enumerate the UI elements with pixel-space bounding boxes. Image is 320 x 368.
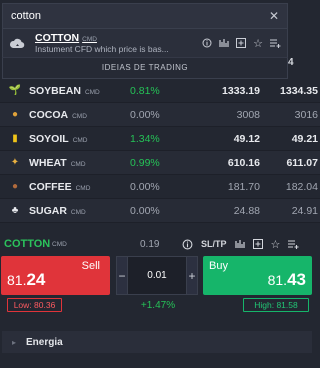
buy-price: 81.43: [267, 270, 306, 289]
search-input[interactable]: [11, 10, 269, 22]
increase-quantity-button[interactable]: +: [186, 256, 198, 295]
instrument-change: 0.00%: [130, 180, 160, 193]
instrument-row[interactable]: 🌱 SOYBEAN CMD 0.81% 1333.19 1334.35: [0, 79, 320, 103]
sell-button[interactable]: Sell 81.24: [1, 256, 110, 295]
instrument-name: WHEAT CMD: [29, 156, 86, 169]
instrument-name: COCOA CMD: [29, 108, 87, 121]
cloud-icon: [9, 38, 25, 49]
instrument-buy-price[interactable]: 182.04: [260, 181, 318, 193]
instrument-row[interactable]: ● COFFEE CMD 0.00% 181.70 182.04: [0, 175, 320, 199]
trade-panel: COTTON CMD 0.19 SL/TP ☆ Sell 81.24 − 0.0…: [0, 230, 320, 332]
spread-value: 0.19: [140, 238, 160, 250]
quantity-input[interactable]: 0.01: [128, 256, 186, 295]
add-chart-icon[interactable]: [252, 239, 263, 249]
category-label: Energia: [26, 336, 63, 348]
search-suggestion[interactable]: COTTON CMD Instument CFD which price is b…: [2, 29, 288, 57]
sltp-button[interactable]: SL/TP: [201, 239, 227, 249]
sugar-cube-icon: ♣: [11, 205, 19, 216]
wheat-icon: ✦: [10, 157, 20, 168]
decrease-quantity-button[interactable]: −: [116, 256, 128, 295]
suggestion-description: Instument CFD which price is bas...: [35, 44, 169, 54]
quantity-stepper: − 0.01 +: [116, 256, 198, 295]
instrument-buy-price[interactable]: 611.07: [260, 157, 318, 169]
info-icon[interactable]: [202, 38, 212, 48]
cocoa-icon: ●: [11, 109, 19, 120]
instrument-buy-price[interactable]: 49.21: [260, 133, 318, 145]
trade-instrument-tag: CMD: [52, 240, 67, 248]
chevron-right-icon: ▸: [12, 337, 17, 347]
instrument-name: COFFEE CMD: [29, 180, 91, 193]
trade-instrument-name: COTTON: [4, 238, 51, 250]
list-add-icon[interactable]: [288, 239, 299, 249]
category-energia[interactable]: ▸ Energia: [2, 331, 312, 353]
sell-label: Sell: [81, 260, 100, 272]
instrument-sell-price[interactable]: 610.16: [200, 157, 260, 169]
instrument-row[interactable]: ● COCOA CMD 0.00% 3008 3016: [0, 103, 320, 127]
search-bar: ✕: [2, 3, 288, 29]
suggestion-tag: CMD: [82, 36, 97, 43]
instrument-sell-price[interactable]: 1333.19: [200, 85, 260, 97]
instrument-buy-price[interactable]: 1334.35: [260, 85, 318, 97]
buy-button[interactable]: Buy 81.43: [203, 256, 312, 295]
trading-ideas-link[interactable]: IDEIAS DE TRADING: [2, 57, 288, 79]
oil-bottle-icon: ▮: [12, 133, 18, 144]
low-price-badge: Low: 80.36: [7, 298, 62, 312]
add-chart-icon[interactable]: [236, 38, 247, 48]
column-header-fragment: 4: [288, 57, 294, 68]
star-icon[interactable]: ☆: [271, 238, 281, 251]
instrument-change: 0.00%: [130, 108, 160, 121]
instrument-buy-price[interactable]: 24.91: [260, 205, 318, 217]
instrument-row[interactable]: ♣ SUGAR CMD 0.00% 24.88 24.91: [0, 199, 320, 223]
instrument-sell-price[interactable]: 24.88: [200, 205, 260, 217]
buy-label: Buy: [209, 260, 228, 272]
chart-compare-icon[interactable]: [219, 38, 229, 48]
coffee-bean-icon: ●: [11, 181, 19, 192]
info-icon[interactable]: [182, 239, 193, 250]
instrument-list: 🌱 SOYBEAN CMD 0.81% 1333.19 1334.35 ● COCOA CMD 0…: [0, 79, 320, 223]
sprout-icon: 🌱: [8, 85, 22, 96]
star-icon[interactable]: ☆: [253, 37, 263, 50]
close-icon[interactable]: ✕: [269, 9, 279, 23]
trade-header: COTTON CMD 0.19 SL/TP ☆: [4, 236, 320, 252]
suggestion-name: COTTON: [35, 32, 80, 44]
daily-change: +1.47%: [140, 300, 176, 311]
instrument-sell-price[interactable]: 49.12: [200, 133, 260, 145]
instrument-sell-price[interactable]: 3008: [200, 109, 260, 121]
high-price-badge: High: 81.58: [243, 298, 309, 312]
instrument-row[interactable]: ▮ SOYOIL CMD 1.34% 49.12 49.21: [0, 127, 320, 151]
chart-compare-icon[interactable]: [234, 239, 245, 249]
instrument-name: SOYBEAN CMD: [29, 84, 100, 97]
instrument-name: SOYOIL CMD: [29, 132, 88, 145]
sell-price: 81.24: [7, 270, 46, 289]
instrument-change: 0.81%: [130, 84, 160, 97]
instrument-change: 0.00%: [130, 204, 160, 217]
list-add-icon[interactable]: [270, 38, 281, 48]
instrument-change: 0.99%: [130, 156, 160, 169]
instrument-change: 1.34%: [130, 132, 160, 145]
instrument-row[interactable]: ✦ WHEAT CMD 0.99% 610.16 611.07: [0, 151, 320, 175]
instrument-sell-price[interactable]: 181.70: [200, 181, 260, 193]
instrument-name: SUGAR CMD: [29, 204, 86, 217]
instrument-buy-price[interactable]: 3016: [260, 109, 318, 121]
